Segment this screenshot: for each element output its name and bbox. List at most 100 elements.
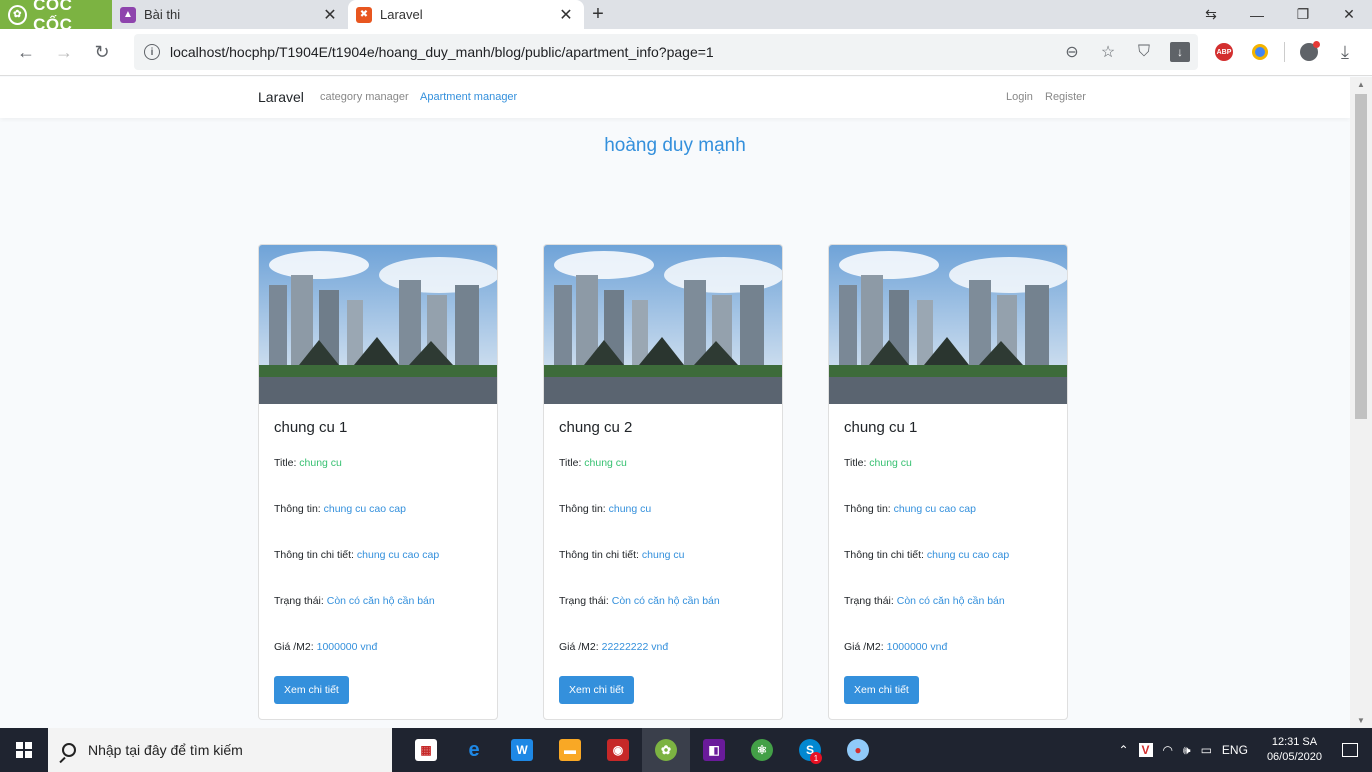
site-navbar: Laravel category manager Apartment manag…: [0, 77, 1350, 118]
profile-button[interactable]: [1291, 41, 1327, 61]
field-value: chung cu cao cap: [893, 503, 976, 515]
show-hidden-icons-icon[interactable]: ⌃: [1118, 743, 1128, 757]
visual-studio-icon: ◧: [703, 739, 725, 761]
taskbar-app-atom[interactable]: ⚛: [738, 728, 786, 772]
clock-date: 06/05/2020: [1266, 751, 1322, 763]
windows-icon: [16, 742, 32, 758]
taskbar-app-edge[interactable]: e: [450, 728, 498, 772]
title-row: Title: chung cu: [274, 457, 342, 469]
zoom-out-icon[interactable]: ⊖: [1054, 42, 1090, 62]
view-detail-button[interactable]: Xem chi tiết: [559, 676, 634, 704]
taskbar-app-explorer[interactable]: ▬: [546, 728, 594, 772]
close-icon[interactable]: ✕: [556, 5, 576, 25]
minimize-button[interactable]: —: [1234, 0, 1280, 29]
field-value: 1000000 vnđ: [886, 641, 948, 653]
extension-button[interactable]: [1242, 44, 1278, 60]
field-label: Title:: [274, 457, 300, 469]
page-viewport: Laravel category manager Apartment manag…: [0, 77, 1350, 728]
tab-laravel[interactable]: ✖ Laravel ✕: [348, 0, 584, 29]
shield-icon[interactable]: ⛉: [1126, 43, 1162, 61]
taskbar-app-wps[interactable]: W: [498, 728, 546, 772]
price-row: Giá /M2: 22222222 vnđ: [559, 641, 668, 653]
vietnamese-ime-icon[interactable]: V: [1138, 743, 1153, 757]
info-icon[interactable]: i: [144, 44, 160, 60]
clock[interactable]: 12:31 SA 06/05/2020: [1267, 735, 1322, 765]
field-label: Trạng thái:: [844, 595, 897, 607]
download-video-icon[interactable]: ↓: [1170, 42, 1190, 62]
restore-button[interactable]: ❐: [1280, 0, 1326, 29]
taskbar-app-paint[interactable]: ●: [834, 728, 882, 772]
language-indicator[interactable]: ENG: [1222, 743, 1248, 757]
scroll-up-arrow[interactable]: ▲: [1350, 80, 1372, 89]
field-value: 1000000 vnđ: [316, 641, 378, 653]
notification-icon[interactable]: [1342, 743, 1358, 757]
taskbar-app-garena[interactable]: ◉: [594, 728, 642, 772]
apartment-card: chung cu 2 Title: chung cu Thông tin: chun…: [543, 244, 783, 720]
tab-bai-thi[interactable]: ▲ Bài thi ✕: [112, 0, 348, 29]
address-bar[interactable]: i localhost/hocphp/T1904E/t1904e/hoang_d…: [134, 34, 1198, 70]
page-title: hoàng duy mạnh: [604, 135, 746, 156]
field-label: Trạng thái:: [559, 595, 612, 607]
nav-login[interactable]: Login: [1006, 91, 1033, 103]
field-value: chung cu cao cap: [356, 549, 440, 561]
close-window-button[interactable]: ✕: [1326, 0, 1372, 29]
field-label: Title:: [559, 457, 585, 469]
title-row: Title: chung cu: [559, 457, 627, 469]
adblock-extension[interactable]: ABP: [1206, 43, 1242, 61]
new-tab-button[interactable]: +: [584, 0, 612, 29]
navbar-brand[interactable]: Laravel: [258, 89, 304, 105]
field-label: Thông tin chi tiết:: [274, 549, 357, 561]
title-row: Title: chung cu: [844, 457, 912, 469]
nav-apartment-manager[interactable]: Apartment manager: [420, 91, 517, 103]
coccoc-logo[interactable]: ✿ CỐC CỐC: [0, 0, 112, 34]
bookmark-star-icon[interactable]: ☆: [1090, 42, 1126, 62]
tab-search-icon[interactable]: ⇆: [1188, 0, 1234, 29]
field-value: Còn có căn hộ cần bán: [326, 595, 435, 607]
field-label: Giá /M2:: [274, 641, 317, 653]
view-detail-button[interactable]: Xem chi tiết: [844, 676, 919, 704]
abp-icon: ABP: [1215, 43, 1233, 61]
apartment-photo: [544, 245, 782, 404]
battery-icon[interactable]: ▭: [1201, 743, 1212, 757]
taskbar-app-office[interactable]: ▦: [402, 728, 450, 772]
view-detail-button[interactable]: Xem chi tiết: [274, 676, 349, 704]
skype-badge: 1: [810, 752, 822, 764]
field-label: Giá /M2:: [844, 641, 887, 653]
start-button[interactable]: [0, 728, 48, 772]
clock-time: 12:31 SA: [1271, 736, 1318, 748]
status-row: Trạng thái: Còn có căn hộ cần bán: [844, 595, 1005, 607]
nav-category-manager[interactable]: category manager: [320, 91, 409, 103]
url-text[interactable]: localhost/hocphp/T1904E/t1904e/hoang_duy…: [170, 44, 1054, 60]
office-icon: ▦: [415, 739, 437, 761]
taskbar-app-skype[interactable]: S 1: [786, 728, 834, 772]
field-label: Trạng thái:: [274, 595, 327, 607]
scroll-thumb[interactable]: [1355, 94, 1367, 419]
apartment-card: chung cu 1 Title: chung cu Thông tin: chun…: [828, 244, 1068, 720]
wifi-icon[interactable]: ◠: [1163, 743, 1173, 757]
apartment-name: chung cu 1: [274, 419, 348, 436]
back-button[interactable]: ←: [8, 34, 44, 70]
taskbar-app-visual-studio[interactable]: ◧: [690, 728, 738, 772]
scroll-down-arrow[interactable]: ▼: [1350, 716, 1372, 725]
close-icon[interactable]: ✕: [320, 5, 340, 25]
nav-register[interactable]: Register: [1045, 91, 1086, 103]
volume-icon[interactable]: 🕪: [1183, 743, 1191, 758]
paint-palette-icon: ●: [847, 739, 869, 761]
field-label: Thông tin:: [274, 503, 324, 515]
apartment-name: chung cu 2: [559, 419, 633, 436]
field-label: Thông tin chi tiết:: [559, 549, 642, 561]
apartment-name: chung cu 1: [844, 419, 918, 436]
taskbar-app-coccoc[interactable]: ✿: [642, 728, 690, 772]
status-row: Trạng thái: Còn có căn hộ cần bán: [274, 595, 435, 607]
reload-button[interactable]: ↻: [84, 34, 120, 70]
atom-icon: ⚛: [751, 739, 773, 761]
wps-icon: W: [511, 739, 533, 761]
taskbar-search[interactable]: Nhập tại đây để tìm kiếm: [48, 728, 392, 772]
field-value: chung cu: [299, 457, 342, 469]
downloads-icon[interactable]: ⤓: [1327, 42, 1363, 63]
page-scrollbar[interactable]: ▲ ▼: [1350, 77, 1372, 728]
forward-button[interactable]: →: [46, 34, 82, 70]
price-row: Giá /M2: 1000000 vnđ: [844, 641, 947, 653]
tab-title: Bài thi: [144, 7, 181, 22]
user-card-icon: ▲: [120, 6, 136, 23]
